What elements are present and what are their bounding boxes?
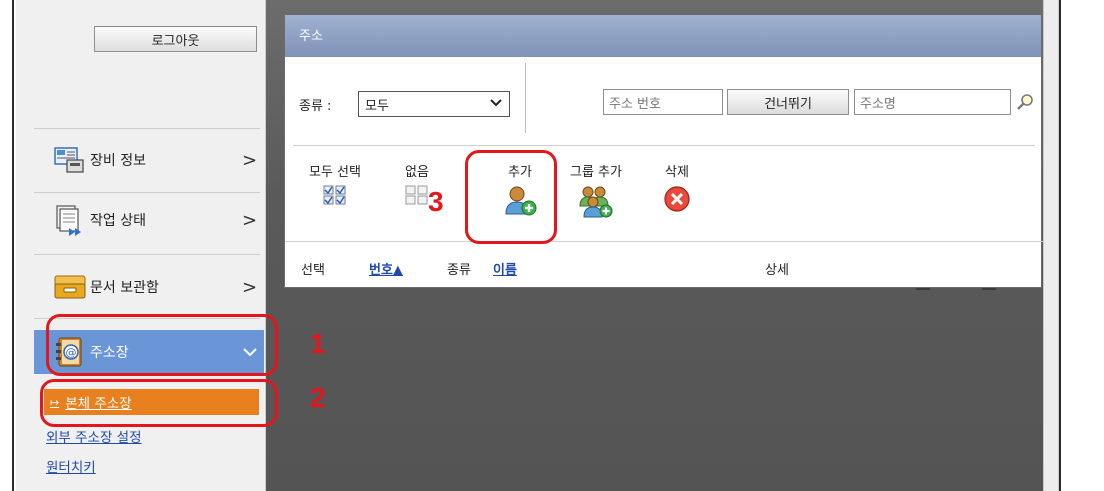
list-header: 선택 번호▲ 종류 이름 상세 bbox=[285, 259, 1043, 285]
list-stripe bbox=[982, 288, 996, 290]
chevron-down-icon bbox=[489, 97, 503, 112]
sidebar-divider bbox=[34, 254, 260, 255]
column-detail: 상세 bbox=[765, 263, 789, 278]
job-status-icon bbox=[50, 204, 90, 236]
horizontal-divider bbox=[293, 145, 1035, 146]
tool-label: 모두 선택 bbox=[309, 165, 361, 180]
delete-icon bbox=[664, 186, 690, 212]
list-divider bbox=[285, 241, 1043, 242]
select-none-icon bbox=[405, 185, 428, 205]
arrow-right-icon: ↦ bbox=[50, 395, 60, 409]
subitem-external-address-book-settings[interactable]: 외부 주소장 설정 bbox=[46, 426, 142, 446]
address-number-input[interactable]: 주소 번호 bbox=[603, 89, 723, 115]
chevron-right-icon: > bbox=[242, 209, 258, 231]
add-user-icon bbox=[505, 186, 537, 216]
tool-label: 없음 bbox=[405, 165, 429, 180]
chevron-right-icon: > bbox=[242, 149, 258, 171]
sidebar-divider bbox=[34, 128, 260, 129]
panel-title: 주소 bbox=[285, 15, 1041, 57]
type-label: 종류 : bbox=[299, 99, 332, 114]
subitem-one-touch-key[interactable]: 원터치키 bbox=[46, 456, 96, 476]
tool-label: 삭제 bbox=[665, 165, 689, 180]
subitem-label: 본체 주소장 bbox=[65, 396, 132, 412]
svg-text:@: @ bbox=[66, 346, 77, 359]
sidebar-item-label: 작업 상태 bbox=[90, 213, 146, 229]
chevron-down-icon bbox=[242, 342, 264, 363]
subitem-device-address-book[interactable]: ↦ 본체 주소장 bbox=[44, 389, 259, 415]
chevron-right-icon: > bbox=[242, 276, 258, 298]
skip-button[interactable]: 건너뛰기 bbox=[727, 89, 849, 115]
sidebar: 로그아웃 장비 정보 > 작업 상태 > 문서 보관함 > @ 주소장 ↦ 본체… bbox=[16, 0, 266, 491]
sidebar-divider bbox=[34, 318, 260, 319]
address-panel: 주소 종류 : 모두 주소 번호 건너뛰기 주소명 모두 선택 없음 추가 그룹… bbox=[284, 14, 1043, 288]
window-right-edge bbox=[1059, 0, 1104, 491]
select-all-button[interactable]: 모두 선택 bbox=[299, 161, 371, 206]
sidebar-item-label: 주소장 bbox=[90, 345, 129, 361]
address-book-icon: @ bbox=[50, 336, 90, 368]
callout-number-2: 2 bbox=[310, 382, 326, 413]
search-icon[interactable] bbox=[1016, 93, 1034, 111]
sidebar-item-job-status[interactable]: 작업 상태 > bbox=[34, 198, 264, 242]
main-area: 주소 종류 : 모두 주소 번호 건너뛰기 주소명 모두 선택 없음 추가 그룹… bbox=[266, 0, 1043, 491]
tool-label: 그룹 추가 bbox=[570, 165, 622, 180]
vertical-divider bbox=[525, 63, 526, 133]
sidebar-item-document-box[interactable]: 문서 보관함 > bbox=[34, 265, 264, 309]
add-group-icon bbox=[579, 186, 613, 218]
callout-number-3: 3 bbox=[428, 186, 444, 217]
tool-label: 추가 bbox=[508, 165, 532, 180]
add-group-button[interactable]: 그룹 추가 bbox=[561, 161, 631, 218]
column-select: 선택 bbox=[301, 263, 325, 278]
sidebar-item-device-info[interactable]: 장비 정보 > bbox=[34, 138, 264, 182]
window-left-edge bbox=[0, 0, 14, 491]
vertical-scrollbar[interactable] bbox=[1043, 0, 1059, 491]
toolbar: 모두 선택 없음 추가 그룹 추가 삭제 bbox=[285, 149, 1043, 239]
column-number[interactable]: 번호▲ bbox=[369, 259, 403, 278]
address-name-input[interactable]: 주소명 bbox=[854, 89, 1011, 115]
sidebar-item-label: 문서 보관함 bbox=[90, 280, 159, 296]
select-all-icon bbox=[323, 185, 346, 205]
column-name[interactable]: 이름 bbox=[493, 259, 517, 278]
sidebar-item-address-book[interactable]: @ 주소장 bbox=[34, 330, 264, 374]
sidebar-item-label: 장비 정보 bbox=[90, 153, 146, 169]
logout-button[interactable]: 로그아웃 bbox=[94, 26, 257, 52]
device-info-icon bbox=[50, 144, 90, 176]
list-stripe bbox=[916, 288, 930, 290]
filter-row: 종류 : 모두 주소 번호 건너뛰기 주소명 bbox=[285, 57, 1043, 145]
callout-number-1: 1 bbox=[310, 328, 326, 359]
document-box-icon bbox=[50, 271, 90, 303]
add-button[interactable]: 추가 bbox=[491, 161, 549, 216]
sidebar-divider bbox=[34, 192, 260, 193]
type-select[interactable]: 모두 bbox=[358, 91, 510, 117]
column-type: 종류 bbox=[447, 263, 471, 278]
delete-button[interactable]: 삭제 bbox=[657, 161, 697, 214]
type-select-value: 모두 bbox=[365, 98, 389, 114]
